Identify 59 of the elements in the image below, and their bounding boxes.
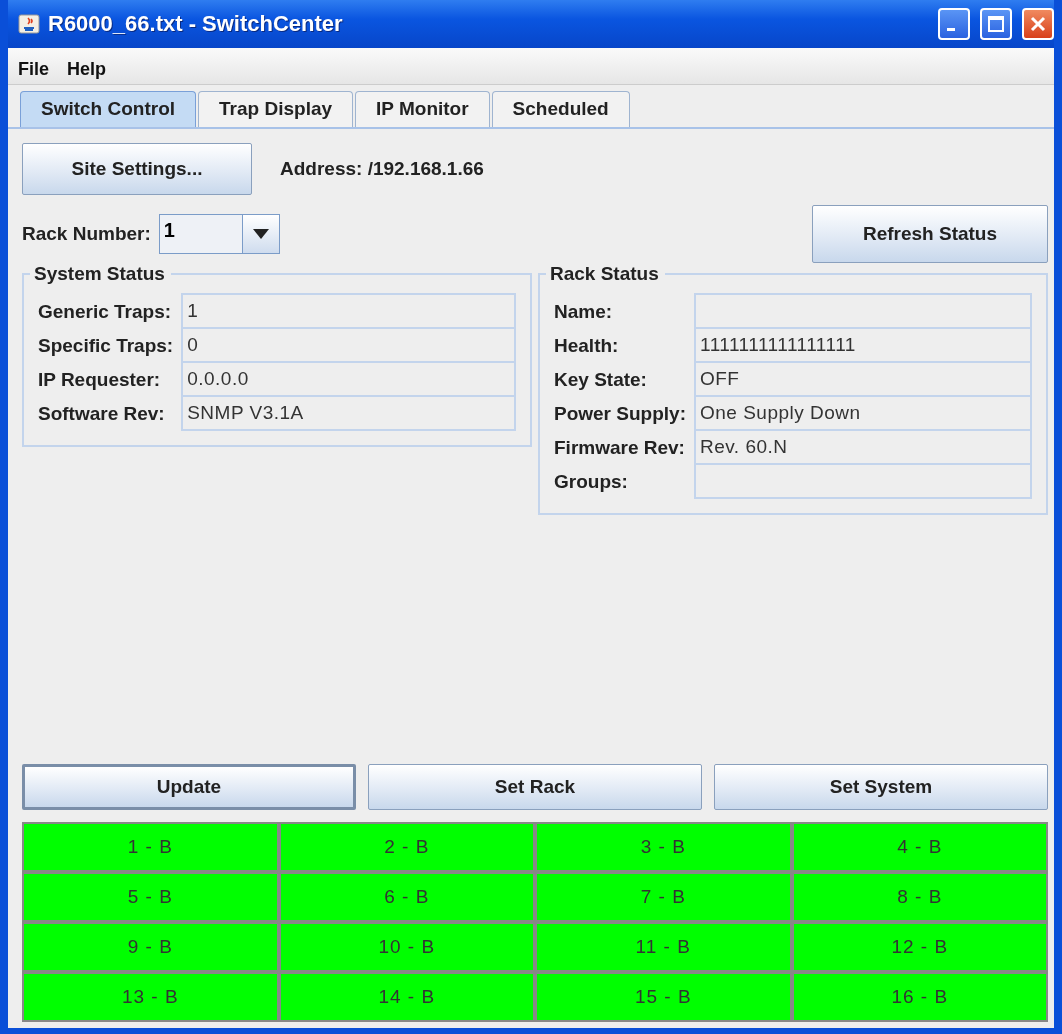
- refresh-status-button[interactable]: Refresh Status: [812, 205, 1048, 263]
- switch-status-cell: 12 - B: [793, 924, 1046, 970]
- tab[interactable]: Scheduled: [491, 91, 630, 127]
- switch-status-cell: 2 - B: [280, 824, 533, 870]
- switch-status-cell: 10 - B: [280, 924, 533, 970]
- switch-status-cell: 15 - B: [537, 974, 790, 1020]
- close-icon: [1029, 15, 1047, 33]
- switch-status-cell: 16 - B: [793, 974, 1046, 1020]
- field-label: Specific Traps:: [38, 335, 174, 357]
- field-label: Groups:: [554, 471, 629, 493]
- field-label: Firmware Rev:: [554, 437, 686, 459]
- status-field: SNMP V3.1A: [181, 395, 516, 431]
- switch-status-cell: 1 - B: [24, 824, 277, 870]
- switch-status-cell: 4 - B: [793, 824, 1046, 870]
- maximize-icon: [987, 15, 1005, 33]
- field-label: Name:: [554, 301, 614, 323]
- status-field: 1: [181, 293, 516, 329]
- minimize-icon: [947, 27, 955, 31]
- field-label: Generic Traps:: [38, 301, 173, 323]
- menu-item[interactable]: File: [18, 58, 49, 80]
- field-label: Key State:: [554, 369, 648, 391]
- status-field: Rev. 60.N: [693, 429, 1032, 465]
- status-field: OFF: [693, 361, 1032, 397]
- action-button[interactable]: Set Rack: [368, 764, 702, 810]
- group-title: Rack Status: [549, 263, 660, 285]
- minimize-button[interactable]: [938, 8, 970, 40]
- switch-status-cell: 5 - B: [24, 874, 277, 920]
- dropdown-arrow-icon: [252, 229, 269, 239]
- switch-status-cell: 6 - B: [280, 874, 533, 920]
- action-button[interactable]: Update: [22, 764, 356, 810]
- address-label: Address: /192.168.1.66: [280, 158, 484, 180]
- rack-number-label: Rack Number:: [22, 223, 151, 245]
- action-button[interactable]: Set System: [714, 764, 1048, 810]
- site-settings-button[interactable]: Site Settings...: [22, 143, 252, 195]
- status-field: 0.0.0.0: [181, 361, 516, 397]
- status-field: One Supply Down: [693, 395, 1032, 431]
- tab[interactable]: Switch Control: [20, 91, 197, 127]
- switch-status-cell: 11 - B: [537, 924, 790, 970]
- field-label: Health:: [554, 335, 620, 357]
- field-label: Software Rev:: [38, 403, 166, 425]
- switch-status-cell: 7 - B: [537, 874, 790, 920]
- menu-item[interactable]: Help: [67, 58, 107, 80]
- tab[interactable]: Trap Display: [198, 91, 354, 127]
- window-title: R6000_66.txt - SwitchCenter: [48, 11, 344, 37]
- close-button[interactable]: [1022, 8, 1054, 40]
- group-title: System Status: [33, 263, 166, 285]
- switch-status-cell: 8 - B: [793, 874, 1046, 920]
- status-field: 0: [181, 327, 516, 363]
- rack-number-dropdown[interactable]: 1: [158, 214, 280, 254]
- field-label: Power Supply:: [554, 403, 686, 425]
- switch-status-cell: 13 - B: [24, 974, 277, 1020]
- tab[interactable]: IP Monitor: [355, 91, 490, 127]
- maximize-button[interactable]: [980, 8, 1012, 40]
- switch-status-cell: 3 - B: [537, 824, 790, 870]
- field-label: IP Requester:: [38, 369, 162, 391]
- status-field: 1111111111111111: [693, 327, 1032, 363]
- switch-status-cell: 14 - B: [280, 974, 533, 1020]
- app-icon: [18, 13, 40, 35]
- switch-status-cell: 9 - B: [24, 924, 277, 970]
